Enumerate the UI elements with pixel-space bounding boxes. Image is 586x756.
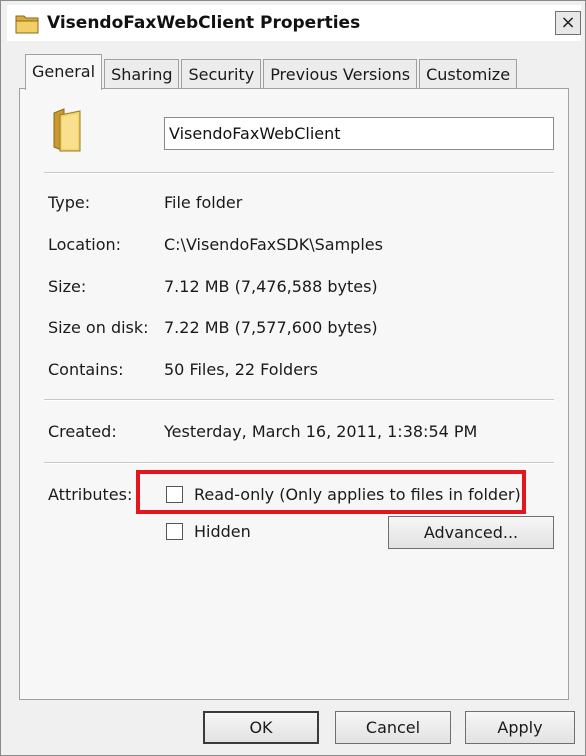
tab-previous-versions[interactable]: Previous Versions xyxy=(263,59,418,89)
apply-button[interactable]: Apply xyxy=(465,711,575,744)
cancel-button[interactable]: Cancel xyxy=(335,711,451,744)
window-title: VisendoFaxWebClient Properties xyxy=(47,13,361,33)
size-value: 7.12 MB (7,476,588 bytes) xyxy=(164,277,378,296)
folder-icon xyxy=(53,108,81,152)
divider xyxy=(44,399,554,401)
location-value: C:\VisendoFaxSDK\Samples xyxy=(164,235,383,254)
location-label: Location: xyxy=(48,235,122,254)
created-label: Created: xyxy=(48,422,117,441)
hidden-checkbox-label[interactable]: Hidden xyxy=(194,522,251,541)
divider xyxy=(44,462,554,464)
tab-customize[interactable]: Customize xyxy=(419,59,518,89)
folder-icon xyxy=(15,15,39,34)
general-tab-panel: Type: File folder Location: C:\VisendoFa… xyxy=(19,88,569,700)
folder-name-input[interactable] xyxy=(164,117,554,150)
properties-dialog: VisendoFaxWebClient Properties × General… xyxy=(0,0,586,756)
title-bar[interactable]: VisendoFaxWebClient Properties × xyxy=(7,5,581,41)
created-value: Yesterday, March 16, 2011, 1:38:54 PM xyxy=(164,422,478,441)
ok-button[interactable]: OK xyxy=(203,711,319,744)
advanced-button[interactable]: Advanced... xyxy=(388,516,554,549)
divider xyxy=(44,172,554,174)
contains-value: 50 Files, 22 Folders xyxy=(164,360,318,379)
contains-label: Contains: xyxy=(48,360,124,379)
size-on-disk-value: 7.22 MB (7,577,600 bytes) xyxy=(164,318,378,337)
close-button[interactable]: × xyxy=(555,11,581,35)
size-label: Size: xyxy=(48,277,87,296)
tab-sharing[interactable]: Sharing xyxy=(104,59,180,89)
tab-security[interactable]: Security xyxy=(181,59,262,89)
readonly-checkbox[interactable] xyxy=(166,486,183,503)
type-label: Type: xyxy=(48,193,91,212)
attributes-label: Attributes: xyxy=(48,485,133,504)
tab-strip: General Sharing Security Previous Versio… xyxy=(25,53,519,90)
type-value: File folder xyxy=(164,193,243,212)
hidden-checkbox[interactable] xyxy=(166,523,183,540)
readonly-checkbox-label[interactable]: Read-only (Only applies to files in fold… xyxy=(194,485,521,504)
size-on-disk-label: Size on disk: xyxy=(48,318,149,337)
tab-general[interactable]: General xyxy=(25,54,103,90)
